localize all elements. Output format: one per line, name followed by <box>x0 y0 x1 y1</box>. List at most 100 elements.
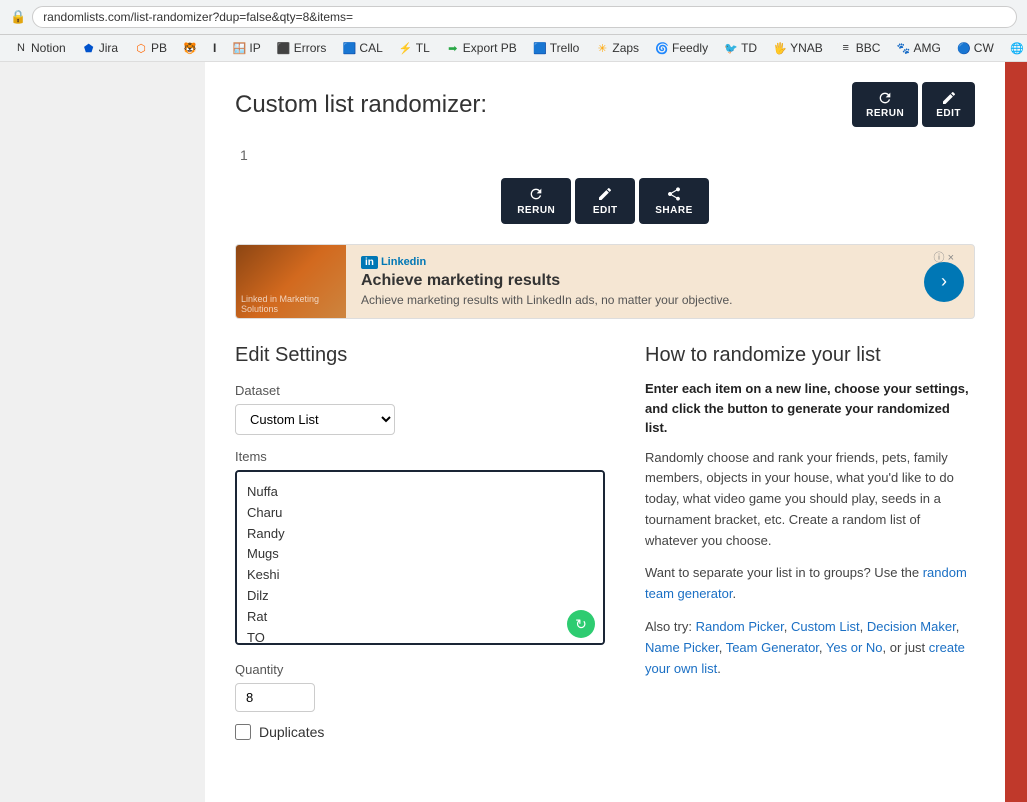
how-to-para3: Also try: Random Picker, Custom List, De… <box>645 617 975 679</box>
bookmark-feedly[interactable]: 🌀 Feedly <box>649 39 714 57</box>
bookmark-label: Zaps <box>612 41 639 55</box>
ad-subtitle: Achieve marketing results with LinkedIn … <box>361 293 909 307</box>
page-title: Custom list randomizer: <box>235 91 487 119</box>
yes-or-no-link[interactable]: Yes or No <box>826 640 883 655</box>
bookmark-errors[interactable]: ⬛ Errors <box>271 39 333 57</box>
header-buttons: RERUN EDIT <box>852 82 975 127</box>
how-to-bold: Enter each item on a new line, choose yo… <box>645 379 975 438</box>
cal-icon: 🟦 <box>342 41 356 55</box>
para3-suffix: . <box>717 661 721 676</box>
trello-icon: 🟦 <box>533 41 547 55</box>
header-edit-label: EDIT <box>936 108 961 119</box>
bookmark-pb[interactable]: ⬡ PB <box>128 39 173 57</box>
bookmark-cal[interactable]: 🟦 CAL <box>336 39 388 57</box>
rerun-button[interactable]: RERUN <box>501 178 571 224</box>
quantity-input[interactable] <box>235 683 315 712</box>
page-header: Custom list randomizer: RERUN EDIT <box>235 82 975 127</box>
action-buttons: RERUN EDIT SHARE <box>235 178 975 224</box>
bookmark-label: Export PB <box>463 41 517 55</box>
tl-icon: ⚡ <box>399 41 413 55</box>
header-edit-button[interactable]: EDIT <box>922 82 975 127</box>
jira-icon: ⬟ <box>82 41 96 55</box>
bookmark-tl[interactable]: ⚡ TL <box>393 39 436 57</box>
two-column-layout: Edit Settings Dataset Custom List Names … <box>235 344 975 740</box>
header-rerun-button[interactable]: RERUN <box>852 82 918 127</box>
result-number: 1 <box>235 147 975 163</box>
main-content: Custom list randomizer: RERUN EDIT 1 <box>205 62 1005 802</box>
tiger-icon: 🐯 <box>183 41 197 55</box>
duplicates-checkbox[interactable] <box>235 724 251 740</box>
bookmark-tiger[interactable]: 🐯 <box>177 39 203 57</box>
rerun-icon <box>877 90 893 106</box>
edit-button[interactable]: EDIT <box>575 178 635 224</box>
quantity-label: Quantity <box>235 662 605 677</box>
duplicates-row: Duplicates <box>235 724 605 740</box>
para2-suffix: . <box>732 586 736 601</box>
notion-icon: N <box>14 41 28 55</box>
how-to-para1: Randomly choose and rank your friends, p… <box>645 448 975 552</box>
export-icon: ➡ <box>446 41 460 55</box>
refresh-button[interactable]: ↻ <box>567 610 595 638</box>
ad-title: Achieve marketing results <box>361 272 909 290</box>
how-to-panel: How to randomize your list Enter each it… <box>645 344 975 740</box>
bookmark-label: TD <box>741 41 757 55</box>
share-button[interactable]: SHARE <box>639 178 709 224</box>
bookmark-label: Jira <box>99 41 118 55</box>
bookmark-eye[interactable]: 🌐 Eya <box>1004 39 1027 57</box>
team-generator-link[interactable]: Team Generator <box>726 640 819 655</box>
bookmark-amg[interactable]: 🐾 AMG <box>890 39 946 57</box>
page-wrapper: Custom list randomizer: RERUN EDIT 1 <box>0 62 1027 802</box>
rerun-label: RERUN <box>517 205 555 216</box>
bookmark-label: YNAB <box>790 41 823 55</box>
bookmark-label: CW <box>974 41 994 55</box>
bookmark-label: AMG <box>913 41 940 55</box>
bookmarks-bar: N Notion ⬟ Jira ⬡ PB 🐯 I 🪟 IP ⬛ Errors 🟦… <box>0 35 1027 62</box>
header-rerun-label: RERUN <box>866 108 904 119</box>
amg-icon: 🐾 <box>896 41 910 55</box>
bookmark-td[interactable]: 🐦 TD <box>718 39 763 57</box>
decision-maker-link[interactable]: Decision Maker <box>867 619 956 634</box>
bookmark-ynab[interactable]: 🖐 YNAB <box>767 39 829 57</box>
zaps-icon: ✳ <box>595 41 609 55</box>
how-to-title: How to randomize your list <box>645 344 975 367</box>
ad-image: Linked in Marketing Solutions <box>236 244 346 319</box>
bookmark-label: Errors <box>294 41 327 55</box>
bookmark-label: I <box>213 41 216 55</box>
bookmark-jira[interactable]: ⬟ Jira <box>76 39 124 57</box>
items-label: Items <box>235 449 605 464</box>
bookmark-zaps[interactable]: ✳ Zaps <box>589 39 645 57</box>
bookmark-notion[interactable]: N Notion <box>8 39 72 57</box>
edit-settings-title: Edit Settings <box>235 344 605 367</box>
feedly-icon: 🌀 <box>655 41 669 55</box>
items-textarea[interactable]: Nuffa Charu Randy Mugs Keshi Dilz Rat TO <box>235 470 605 645</box>
dataset-label: Dataset <box>235 383 605 398</box>
duplicates-label: Duplicates <box>259 724 324 740</box>
ad-cta-button[interactable]: › <box>924 262 964 302</box>
errors-icon: ⬛ <box>277 41 291 55</box>
bookmark-ip[interactable]: 🪟 IP <box>226 39 266 57</box>
ad-content: in Linkedin Achieve marketing results Ac… <box>346 246 924 317</box>
bbc-icon: ≡ <box>839 41 853 55</box>
bookmark-trello[interactable]: 🟦 Trello <box>527 39 586 57</box>
bookmark-i[interactable]: I <box>207 39 222 57</box>
name-picker-link[interactable]: Name Picker <box>645 640 719 655</box>
bookmark-label: PB <box>151 41 167 55</box>
ip-icon: 🪟 <box>232 41 246 55</box>
bookmark-export-pb[interactable]: ➡ Export PB <box>440 39 523 57</box>
bookmark-bbc[interactable]: ≡ BBC <box>833 39 887 57</box>
ad-logo: in Linkedin <box>361 256 909 268</box>
how-to-para2: Want to separate your list in to groups?… <box>645 563 975 605</box>
cw-icon: 🔵 <box>957 41 971 55</box>
random-picker-link[interactable]: Random Picker <box>696 619 784 634</box>
rerun-icon-center <box>528 186 544 202</box>
custom-list-link[interactable]: Custom List <box>791 619 860 634</box>
pb-icon: ⬡ <box>134 41 148 55</box>
bookmark-cw[interactable]: 🔵 CW <box>951 39 1000 57</box>
url-bar[interactable]: randomlists.com/list-randomizer?dup=fals… <box>32 6 1017 28</box>
bookmark-label: CAL <box>359 41 382 55</box>
bookmark-label: Feedly <box>672 41 708 55</box>
dataset-select[interactable]: Custom List Names Numbers Colors Countri… <box>235 404 395 435</box>
para3-prefix: Also try: <box>645 619 696 634</box>
ad-info[interactable]: ⓘ × <box>934 249 954 265</box>
ad-logo-text: Linkedin <box>381 256 426 268</box>
